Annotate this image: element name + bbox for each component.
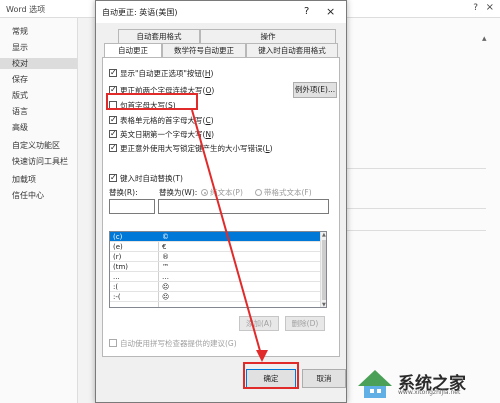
checkbox[interactable] xyxy=(109,114,117,125)
option-caps-lock[interactable]: 更正意外使用大写锁定键产生的大小写错误(L) xyxy=(109,142,273,154)
list-item[interactable]: (tm) ™ xyxy=(110,262,320,272)
sidebar-item-addins[interactable]: 加载项 xyxy=(12,174,36,185)
autocorrect-dialog: 自动更正: 英语(美国) ? × 自动套用格式 操作 自动更正 数学符号自动更正… xyxy=(95,0,347,403)
checkbox[interactable] xyxy=(109,142,117,153)
list-item[interactable]: (e) € xyxy=(110,242,320,252)
scroll-up-icon[interactable]: ▴ xyxy=(482,34,487,44)
watermark-url: www.xitongzhijia.net xyxy=(398,389,461,396)
with-label: 替换为(W): xyxy=(159,188,198,197)
sidebar-item-advanced[interactable]: 高级 xyxy=(12,122,28,133)
option-spellcheck-suggestions[interactable]: 自动使用拼写检查器提供的建议(G) xyxy=(109,338,237,349)
radio-plain-text[interactable]: 纯文本(P) xyxy=(201,187,243,198)
dialog-title: 自动更正: 英语(美国) xyxy=(102,8,178,17)
tab-autocorrect[interactable]: 自动更正 xyxy=(104,43,162,58)
dialog-close-icon[interactable]: × xyxy=(326,5,335,18)
scroll-up-icon[interactable]: ▲ xyxy=(322,232,326,238)
scroll-thumb[interactable] xyxy=(322,240,326,300)
tab-autoformat-as-you-type[interactable]: 键入时自动套用格式 xyxy=(246,43,338,57)
divider xyxy=(336,230,486,231)
sidebar-item-trust-center[interactable]: 信任中心 xyxy=(12,190,44,201)
sidebar-item-display[interactable]: 显示 xyxy=(12,42,28,53)
scroll-down-icon[interactable]: ▼ xyxy=(322,302,326,307)
option-replace-as-you-type[interactable]: 键入时自动替换(T) xyxy=(109,172,183,184)
highlight-box-ok-button xyxy=(243,362,299,389)
list-item[interactable]: (c) © xyxy=(110,232,320,242)
exceptions-button[interactable]: 例外项(E)... xyxy=(293,82,337,98)
list-item[interactable]: :-(☹ xyxy=(110,292,320,302)
checkbox[interactable] xyxy=(109,67,117,78)
replace-input[interactable] xyxy=(109,199,155,214)
word-options-help-icon[interactable]: ? xyxy=(473,3,478,13)
list-item[interactable]: (r) ® xyxy=(110,252,320,262)
sidebar-item-general[interactable]: 常规 xyxy=(12,26,28,37)
option-show-buttons[interactable]: 显示"自动更正选项"按钮(H) xyxy=(109,67,213,79)
delete-button[interactable]: 删除(D) xyxy=(285,316,325,331)
checkbox[interactable] xyxy=(109,172,117,183)
sidebar-item-layout[interactable]: 版式 xyxy=(12,90,28,101)
list-item[interactable]: ...… xyxy=(110,272,320,282)
option-capitalize-table-cells[interactable]: 表格单元格的首字母大写(C) xyxy=(109,114,214,126)
watermark: 系统之家 www.xitongzhijia.net xyxy=(350,356,500,403)
sidebar-item-language[interactable]: 语言 xyxy=(12,106,28,117)
divider xyxy=(336,168,486,169)
tab-actions[interactable]: 操作 xyxy=(200,29,336,43)
sidebar-item-save[interactable]: 保存 xyxy=(12,74,28,85)
word-options-title: Word 选项 xyxy=(6,5,46,14)
checkbox[interactable] xyxy=(109,339,117,347)
dialog-titlebar: 自动更正: 英语(美国) ? × xyxy=(96,1,346,23)
tab-autoformat[interactable]: 自动套用格式 xyxy=(118,29,200,43)
word-options-sidebar: 常规 显示 校对 保存 版式 语言 高级 自定义功能区 快速访问工具栏 加载项 … xyxy=(0,18,78,403)
tab-math-autocorrect[interactable]: 数学符号自动更正 xyxy=(162,43,246,57)
word-options-close-icon[interactable]: × xyxy=(486,2,494,13)
word-options-content-area: ▴ xyxy=(330,18,500,403)
list-scrollbar[interactable]: ▲ ▼ xyxy=(320,232,326,307)
sidebar-item-quick-access[interactable]: 快速访问工具栏 xyxy=(12,156,68,167)
cancel-button[interactable]: 取消 xyxy=(302,369,346,388)
checkbox[interactable] xyxy=(109,128,117,139)
highlight-box-sentence-option xyxy=(106,93,198,110)
replacement-list[interactable]: (c) © (e) € (r) ® (tm) ™ ...… :(☹ :-(☹ ▲ ▼ xyxy=(109,231,327,308)
sidebar-item-proofing[interactable]: 校对 xyxy=(0,58,77,69)
option-capitalize-days[interactable]: 英文日期第一个字母大写(N) xyxy=(109,128,214,140)
radio-formatted-text[interactable]: 带格式文本(F) xyxy=(255,187,312,198)
replace-label: 替换(R): xyxy=(109,188,138,197)
list-item[interactable]: :(☹ xyxy=(110,282,320,292)
with-input[interactable] xyxy=(158,199,329,214)
add-button[interactable]: 添加(A) xyxy=(239,316,279,331)
dialog-help-icon[interactable]: ? xyxy=(304,6,309,17)
divider xyxy=(336,208,486,209)
sidebar-item-customize-ribbon[interactable]: 自定义功能区 xyxy=(12,140,60,151)
